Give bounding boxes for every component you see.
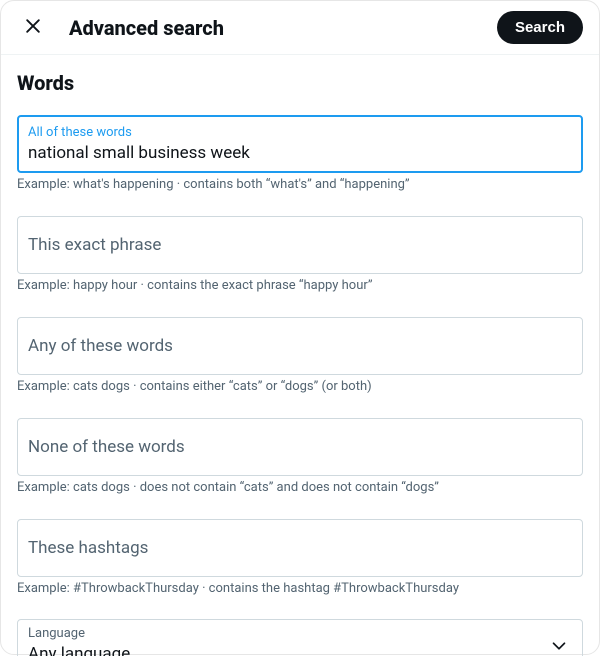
exact-phrase-label: This exact phrase <box>28 235 572 255</box>
any-words-field[interactable]: Any of these words <box>17 317 583 375</box>
search-button[interactable]: Search <box>497 11 583 44</box>
language-select[interactable]: Language Any language <box>17 619 583 656</box>
language-label: Language <box>28 626 572 642</box>
all-words-label: All of these words <box>28 125 572 141</box>
chevron-down-icon <box>548 635 570 656</box>
language-value: Any language <box>28 642 572 656</box>
all-words-input[interactable] <box>28 141 572 163</box>
none-words-label: None of these words <box>28 437 572 457</box>
exact-phrase-helper: Example: happy hour · contains the exact… <box>17 278 583 295</box>
none-words-field[interactable]: None of these words <box>17 418 583 476</box>
close-button[interactable] <box>17 10 49 45</box>
hashtags-field[interactable]: These hashtags <box>17 519 583 577</box>
all-words-helper: Example: what's happening · contains bot… <box>17 177 583 194</box>
content-area: Words All of these words Example: what's… <box>1 55 599 656</box>
any-words-helper: Example: cats dogs · contains either “ca… <box>17 379 583 396</box>
modal-header: Advanced search Search <box>1 1 599 55</box>
section-heading-words: Words <box>17 71 583 95</box>
page-title: Advanced search <box>69 16 497 40</box>
any-words-label: Any of these words <box>28 336 572 356</box>
all-words-field[interactable]: All of these words <box>17 115 583 173</box>
exact-phrase-field[interactable]: This exact phrase <box>17 216 583 274</box>
hashtags-label: These hashtags <box>28 538 572 558</box>
close-icon <box>23 16 43 39</box>
none-words-helper: Example: cats dogs · does not contain “c… <box>17 480 583 497</box>
hashtags-helper: Example: #ThrowbackThursday · contains t… <box>17 581 583 598</box>
